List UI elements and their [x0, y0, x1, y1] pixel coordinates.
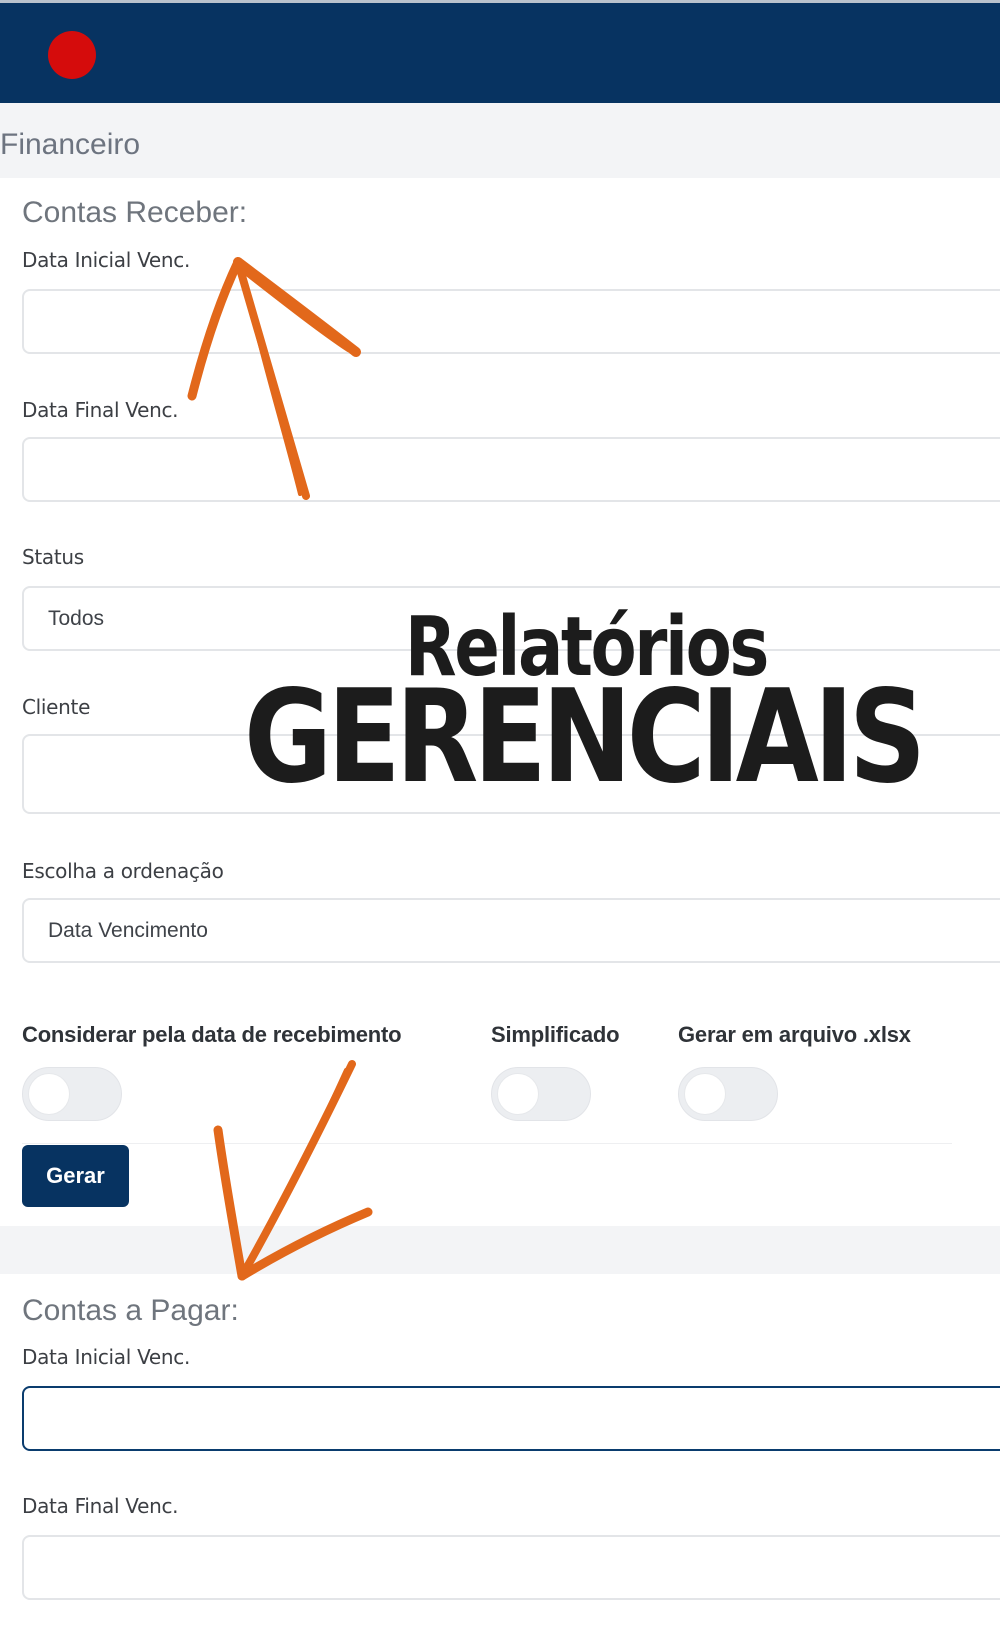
toggle-knob [497, 1073, 539, 1115]
toggle-xlsx[interactable] [678, 1067, 778, 1121]
receber-data-inicial-label: Data Inicial Venc. [22, 248, 191, 272]
receber-ordenacao-select[interactable]: Data Vencimento [22, 898, 1000, 963]
toggle-simplificado-label: Simplificado [491, 1022, 620, 1047]
toggle-xlsx-label: Gerar em arquivo .xlsx [678, 1022, 911, 1047]
contas-pagar-title: Contas a Pagar: [22, 1294, 239, 1327]
toggle-simplificado[interactable] [491, 1067, 591, 1121]
overlay-gerenciais-text: GERENCIAIS [244, 663, 926, 812]
toggle-data-recebimento[interactable] [22, 1067, 122, 1121]
gerar-button[interactable]: Gerar [22, 1145, 129, 1207]
receber-data-final-input[interactable] [22, 437, 1000, 502]
logo-icon[interactable] [48, 31, 96, 79]
contas-receber-title: Contas Receber: [22, 196, 248, 229]
receber-status-label: Status [22, 545, 84, 569]
divider [22, 1143, 952, 1144]
pagar-data-inicial-label: Data Inicial Venc. [22, 1345, 191, 1369]
page-title: Financeiro [0, 128, 141, 161]
pagar-data-final-label: Data Final Venc. [22, 1494, 179, 1518]
toggle-knob [28, 1073, 70, 1115]
pagar-data-inicial-input[interactable] [22, 1386, 1000, 1451]
receber-data-inicial-input[interactable] [22, 289, 1000, 354]
pagar-data-final-input[interactable] [22, 1535, 1000, 1600]
toggle-data-recebimento-label: Considerar pela data de recebimento [22, 1022, 402, 1047]
receber-data-final-label: Data Final Venc. [22, 398, 179, 422]
top-header-bar [0, 0, 1000, 103]
receber-ordenacao-label: Escolha a ordenação [22, 859, 224, 883]
receber-cliente-label: Cliente [22, 695, 91, 719]
toggle-knob [684, 1073, 726, 1115]
